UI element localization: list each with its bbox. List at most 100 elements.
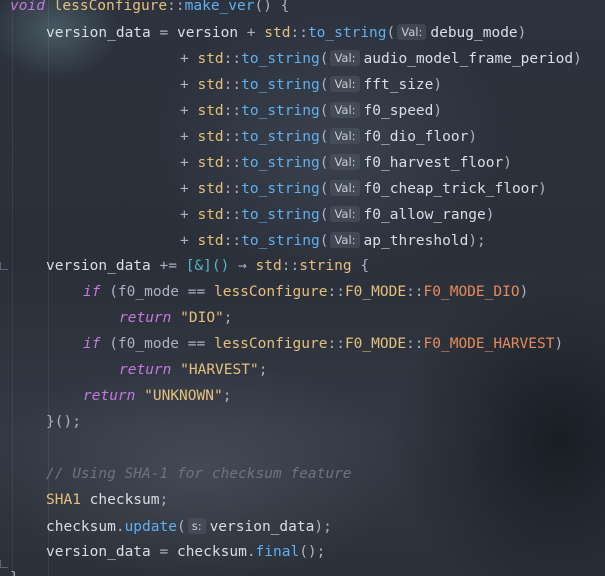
scope-operator: :: <box>223 233 242 249</box>
namespace: std <box>197 77 224 93</box>
type-name: SHA1 <box>46 492 81 508</box>
function-call: to_string <box>241 77 320 93</box>
code-line-lambda-end[interactable]: }(); <box>46 409 81 435</box>
function-call: to_string <box>241 233 320 249</box>
punctuation: ( <box>319 103 329 119</box>
scope-operator: :: <box>223 207 242 223</box>
type-name: string <box>299 258 352 274</box>
function-call: to_string <box>241 181 320 197</box>
operator: == <box>187 284 206 300</box>
code-line-version-continuation[interactable]: + std::to_string(Val: fft_size) <box>180 71 442 97</box>
parameter-hint: Val: <box>330 154 360 170</box>
scope-operator: :: <box>223 129 242 145</box>
code-line-version-continuation[interactable]: + std::to_string(Val: f0_speed) <box>180 97 442 123</box>
punctuation: ) <box>573 51 582 67</box>
scope-operator: :: <box>223 51 242 67</box>
code-line-version-continuation[interactable]: + std::to_string(Val: f0_allow_range) <box>180 201 495 227</box>
code-line-version-assign[interactable]: version_data = version + std::to_string(… <box>46 19 526 45</box>
punctuation: ) <box>503 155 512 171</box>
function-call: to_string <box>241 155 320 171</box>
code-line-if-dio[interactable]: if (f0_mode == lessConfigure::F0_MODE::F… <box>83 279 528 305</box>
code-line-version-continuation[interactable]: + std::to_string(Val: audio_model_frame_p… <box>180 45 582 71</box>
punctuation: ( <box>319 129 329 145</box>
operator: + <box>180 77 198 93</box>
string-literal: "UNKNOWN" <box>144 388 223 404</box>
function-call: to_string <box>307 25 387 41</box>
code-line-version-continuation[interactable]: + std::to_string(Val: f0_cheap_trick_floo… <box>180 175 547 201</box>
keyword: return <box>83 388 136 404</box>
variable: version <box>176 25 239 41</box>
code-line-version-continuation[interactable]: + std::to_string(Val: f0_dio_floor) <box>180 123 477 149</box>
class-name: lessConfigure <box>213 336 328 352</box>
function-call: to_string <box>241 129 320 145</box>
argument: fft_size <box>363 77 434 93</box>
argument: f0_allow_range <box>363 207 486 223</box>
function-call: to_string <box>241 207 320 223</box>
function-call: to_string <box>241 51 320 67</box>
parameter-hint: Val: <box>330 232 360 248</box>
code-line-lambda[interactable]: version_data += [&]() → std::string { <box>46 253 369 279</box>
punctuation: ( <box>319 77 329 93</box>
code-line-return-unknown[interactable]: return "UNKNOWN"; <box>83 383 231 409</box>
namespace: std <box>197 181 224 197</box>
namespace: std <box>197 129 224 145</box>
punctuation: ( <box>319 155 329 171</box>
variable: checksum <box>80 492 160 508</box>
code-line-final[interactable]: version_data = checksum.final(); <box>46 539 325 565</box>
variable: checksum <box>176 544 247 560</box>
operator: + <box>180 207 198 223</box>
argument: f0_dio_floor <box>363 129 469 145</box>
argument: version_data <box>209 519 315 535</box>
parameter-hint: Val: <box>330 206 360 222</box>
punctuation: ( <box>319 207 329 223</box>
code-line-closing-brace[interactable]: } <box>10 565 19 576</box>
code-line-version-continuation[interactable]: + std::to_string(Val: ap_threshold); <box>180 227 486 253</box>
keyword: if <box>83 284 101 300</box>
code-line-sha-decl[interactable]: SHA1 checksum; <box>46 487 168 513</box>
argument: f0_cheap_trick_floor <box>363 181 539 197</box>
fold-icon[interactable] <box>0 262 8 270</box>
argument: f0_speed <box>363 103 434 119</box>
code-line-function-header[interactable]: void lessConfigure::make_ver() { <box>10 0 289 19</box>
punctuation: ( <box>319 233 329 249</box>
scope-operator: :: <box>223 77 242 93</box>
string-literal: "DIO" <box>180 310 224 326</box>
code-line-version-continuation[interactable]: + std::to_string(Val: f0_harvest_floor) <box>180 149 512 175</box>
punctuation: ) <box>433 103 443 119</box>
scope-operator: :: <box>223 155 242 171</box>
parameter-hint: Val: <box>330 128 360 144</box>
namespace: std <box>197 155 224 171</box>
comment: // Using SHA-1 for checksum feature <box>46 466 352 482</box>
punctuation: ( <box>319 51 329 67</box>
code-line-return-harvest[interactable]: return "HARVEST"; <box>119 357 267 383</box>
keyword: return <box>119 362 172 378</box>
code-line-update[interactable]: checksum.update(s: version_data); <box>46 513 332 539</box>
punctuation: ); <box>468 233 486 249</box>
code-line-comment[interactable]: // Using SHA-1 for checksum feature <box>46 461 352 487</box>
punctuation: ) <box>433 77 443 93</box>
parameter-hint: Val: <box>330 50 360 66</box>
operator: + <box>238 25 265 41</box>
code-line-if-harvest[interactable]: if (f0_mode == lessConfigure::F0_MODE::F… <box>83 331 563 357</box>
operator: + <box>180 155 198 171</box>
fold-icon[interactable] <box>0 560 8 568</box>
namespace: std <box>197 207 224 223</box>
code-line-return-dio[interactable]: return "DIO"; <box>119 305 233 331</box>
punctuation: ) <box>468 129 478 145</box>
enum-value: F0_MODE_DIO <box>423 284 520 300</box>
parameter-hint: Val: <box>397 24 427 40</box>
namespace: std <box>255 258 282 274</box>
namespace: std <box>197 103 224 119</box>
lambda-capture: [&]() <box>185 258 230 274</box>
keyword: if <box>83 336 101 352</box>
keyword: return <box>119 310 172 326</box>
operator: += <box>150 258 186 274</box>
code-editor[interactable]: void lessConfigure::make_ver() { version… <box>0 0 605 576</box>
operator: + <box>180 129 198 145</box>
variable: version_data <box>46 544 151 560</box>
keyword: void <box>10 0 45 14</box>
punctuation: () { <box>254 0 290 14</box>
parameter-hint: Val: <box>330 180 360 196</box>
operator: + <box>180 51 198 67</box>
indent-guide <box>12 0 13 576</box>
